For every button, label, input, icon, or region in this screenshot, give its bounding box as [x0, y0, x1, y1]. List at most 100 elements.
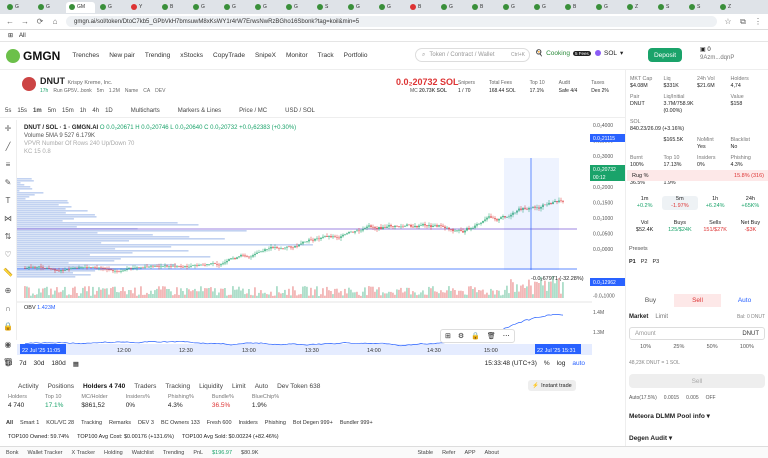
browser-tab[interactable]: G	[35, 2, 64, 13]
status-item[interactable]: Holding	[104, 450, 123, 456]
holder-filter-chip[interactable]: Smart 1	[20, 420, 39, 426]
status-item[interactable]: X Tracker	[72, 450, 96, 456]
holder-filter-chip[interactable]: Bundler 999+	[340, 420, 373, 426]
holder-filter-chip[interactable]: Phishing	[265, 420, 286, 426]
nav-item-monitor[interactable]: Monitor	[286, 52, 308, 59]
logo[interactable]: GMGN	[6, 48, 60, 63]
sell-tab[interactable]: Sell	[674, 294, 721, 307]
holder-filter-chip[interactable]: KOL/VC 28	[46, 420, 74, 426]
status-item[interactable]: $196.97	[212, 450, 232, 456]
zoom-icon[interactable]: ⊕	[5, 286, 12, 295]
bottom-tab[interactable]: Holders 4 740	[83, 383, 125, 390]
browser-tab[interactable]: Z	[717, 2, 746, 13]
limit-tab[interactable]: Limit	[655, 314, 668, 320]
chain-selector[interactable]: SOL ▾	[595, 49, 623, 57]
fib-icon[interactable]: ≡	[6, 160, 11, 169]
nav-item-trending[interactable]: Trending	[145, 52, 170, 59]
address-bar[interactable]: gmgn.ai/sol/token/DtoC7kb5_GPbVkH7bmsuwM…	[66, 16, 717, 27]
bottom-tab[interactable]: Traders	[134, 383, 156, 390]
status-item[interactable]: PnL	[193, 450, 203, 456]
status-item[interactable]: $80.9K	[241, 450, 258, 456]
bottom-tab[interactable]: Tracking	[165, 383, 190, 390]
bottom-tab[interactable]: Auto	[255, 383, 268, 390]
percent-toggle[interactable]: %	[544, 360, 550, 367]
market-tab[interactable]: Market	[629, 314, 648, 320]
nav-item-trenches[interactable]: Trenches	[72, 52, 99, 59]
nav-item-snipex[interactable]: SnipeX	[255, 52, 276, 59]
eye-icon[interactable]: ◉	[5, 340, 12, 349]
extensions-icon[interactable]: ⧉	[739, 17, 747, 27]
nav-item-track[interactable]: Track	[318, 52, 334, 59]
lock-icon[interactable]: 🔒	[471, 332, 480, 340]
token-meta-item[interactable]: CA	[143, 88, 150, 94]
timeframe-cell[interactable]: 1m +0.2%	[627, 196, 662, 210]
token-meta-item[interactable]: 1.2M	[109, 88, 120, 94]
delete-icon[interactable]: 🗑	[487, 332, 496, 340]
trendline-icon[interactable]: ╱	[6, 142, 11, 151]
bottom-tab[interactable]: Limit	[232, 383, 246, 390]
bookmarks-all[interactable]: All	[19, 33, 26, 39]
percent-button[interactable]: 25%	[673, 344, 684, 350]
trade-setting[interactable]: 0.0015	[664, 395, 679, 401]
token-meta-item[interactable]: DEV	[155, 88, 165, 94]
prediction-icon[interactable]: ⇅	[5, 232, 12, 241]
browser-tab[interactable]: G	[531, 2, 560, 13]
holder-filter-chip[interactable]: Remarks	[109, 420, 131, 426]
home-icon[interactable]: ⌂	[51, 17, 59, 26]
interval-1m[interactable]: 1m	[33, 108, 42, 114]
browser-tab[interactable]: G	[221, 2, 250, 13]
preset-tab[interactable]: P1	[629, 259, 636, 265]
browser-tab[interactable]: GM	[66, 1, 95, 13]
cooking-button[interactable]: 🍳 Cooking 5 Fees	[535, 49, 591, 57]
bottom-tab[interactable]: Positions	[48, 383, 74, 390]
text-icon[interactable]: T	[6, 196, 11, 205]
percent-button[interactable]: 10%	[640, 344, 651, 350]
browser-tab[interactable]: Y	[128, 2, 157, 13]
buy-tab[interactable]: Buy	[627, 294, 674, 307]
status-item[interactable]: APP	[465, 450, 476, 456]
menu-icon[interactable]: ⋮	[754, 17, 762, 26]
deposit-button[interactable]: Deposit	[648, 48, 682, 62]
interval-15s[interactable]: 15s	[17, 108, 27, 114]
timeframe-cell[interactable]: 1h +6.24%	[698, 196, 733, 210]
holder-filter-chip[interactable]: All	[6, 420, 13, 426]
settings-icon[interactable]: ⚙	[458, 332, 464, 340]
status-item[interactable]: Wallet Tracker	[28, 450, 63, 456]
lock-icon[interactable]: 🔒	[3, 322, 13, 331]
browser-tab[interactable]: S	[314, 2, 343, 13]
browser-tab[interactable]: G	[97, 2, 126, 13]
chart-tool-2[interactable]: Price / MC	[239, 108, 267, 114]
crosshair-icon[interactable]: ✛	[5, 124, 12, 133]
range-7d[interactable]: 7d	[19, 360, 26, 367]
interval-5m[interactable]: 5m	[48, 108, 56, 114]
status-item[interactable]: Watchlist	[132, 450, 154, 456]
timeframe-cell[interactable]: 24h +65K%	[733, 196, 768, 210]
browser-tab[interactable]: Z	[624, 2, 653, 13]
range-1d[interactable]: 1d	[5, 360, 12, 367]
bookmarks-grid-icon[interactable]: ⊞	[8, 32, 13, 39]
interval-1h[interactable]: 1h	[80, 108, 87, 114]
browser-tab[interactable]: G	[376, 2, 405, 13]
pool-info[interactable]: Meteora DLMM Pool info ▾	[629, 412, 710, 420]
trade-setting[interactable]: 0.005	[686, 395, 699, 401]
status-item[interactable]: Bonk	[6, 450, 19, 456]
nav-item-xstocks[interactable]: xStocks	[180, 52, 203, 59]
browser-tab[interactable]: G	[252, 2, 281, 13]
bottom-tab[interactable]: Liquidity	[199, 383, 223, 390]
grid-icon[interactable]: ⊞	[445, 332, 451, 340]
interval-15m[interactable]: 15m	[62, 108, 74, 114]
browser-tab[interactable]: G	[500, 2, 529, 13]
trade-setting[interactable]: OFF	[706, 395, 716, 401]
reload-icon[interactable]: ⟳	[36, 17, 44, 26]
instant-trade-button[interactable]: ⚡ Instant trade	[528, 380, 576, 391]
pattern-icon[interactable]: ⋈	[4, 214, 12, 223]
magnet-icon[interactable]: ∩	[5, 304, 11, 313]
range-30d[interactable]: 30d	[33, 360, 44, 367]
token-meta-item[interactable]: 5m	[97, 88, 104, 94]
trade-setting[interactable]: Auto(17.5%)	[629, 395, 657, 401]
brush-icon[interactable]: ✎	[5, 178, 12, 187]
browser-tab[interactable]: G	[345, 2, 374, 13]
status-item[interactable]: Stable	[417, 450, 433, 456]
browser-tab[interactable]: S	[686, 2, 715, 13]
calendar-icon[interactable]: ▦	[73, 360, 79, 368]
